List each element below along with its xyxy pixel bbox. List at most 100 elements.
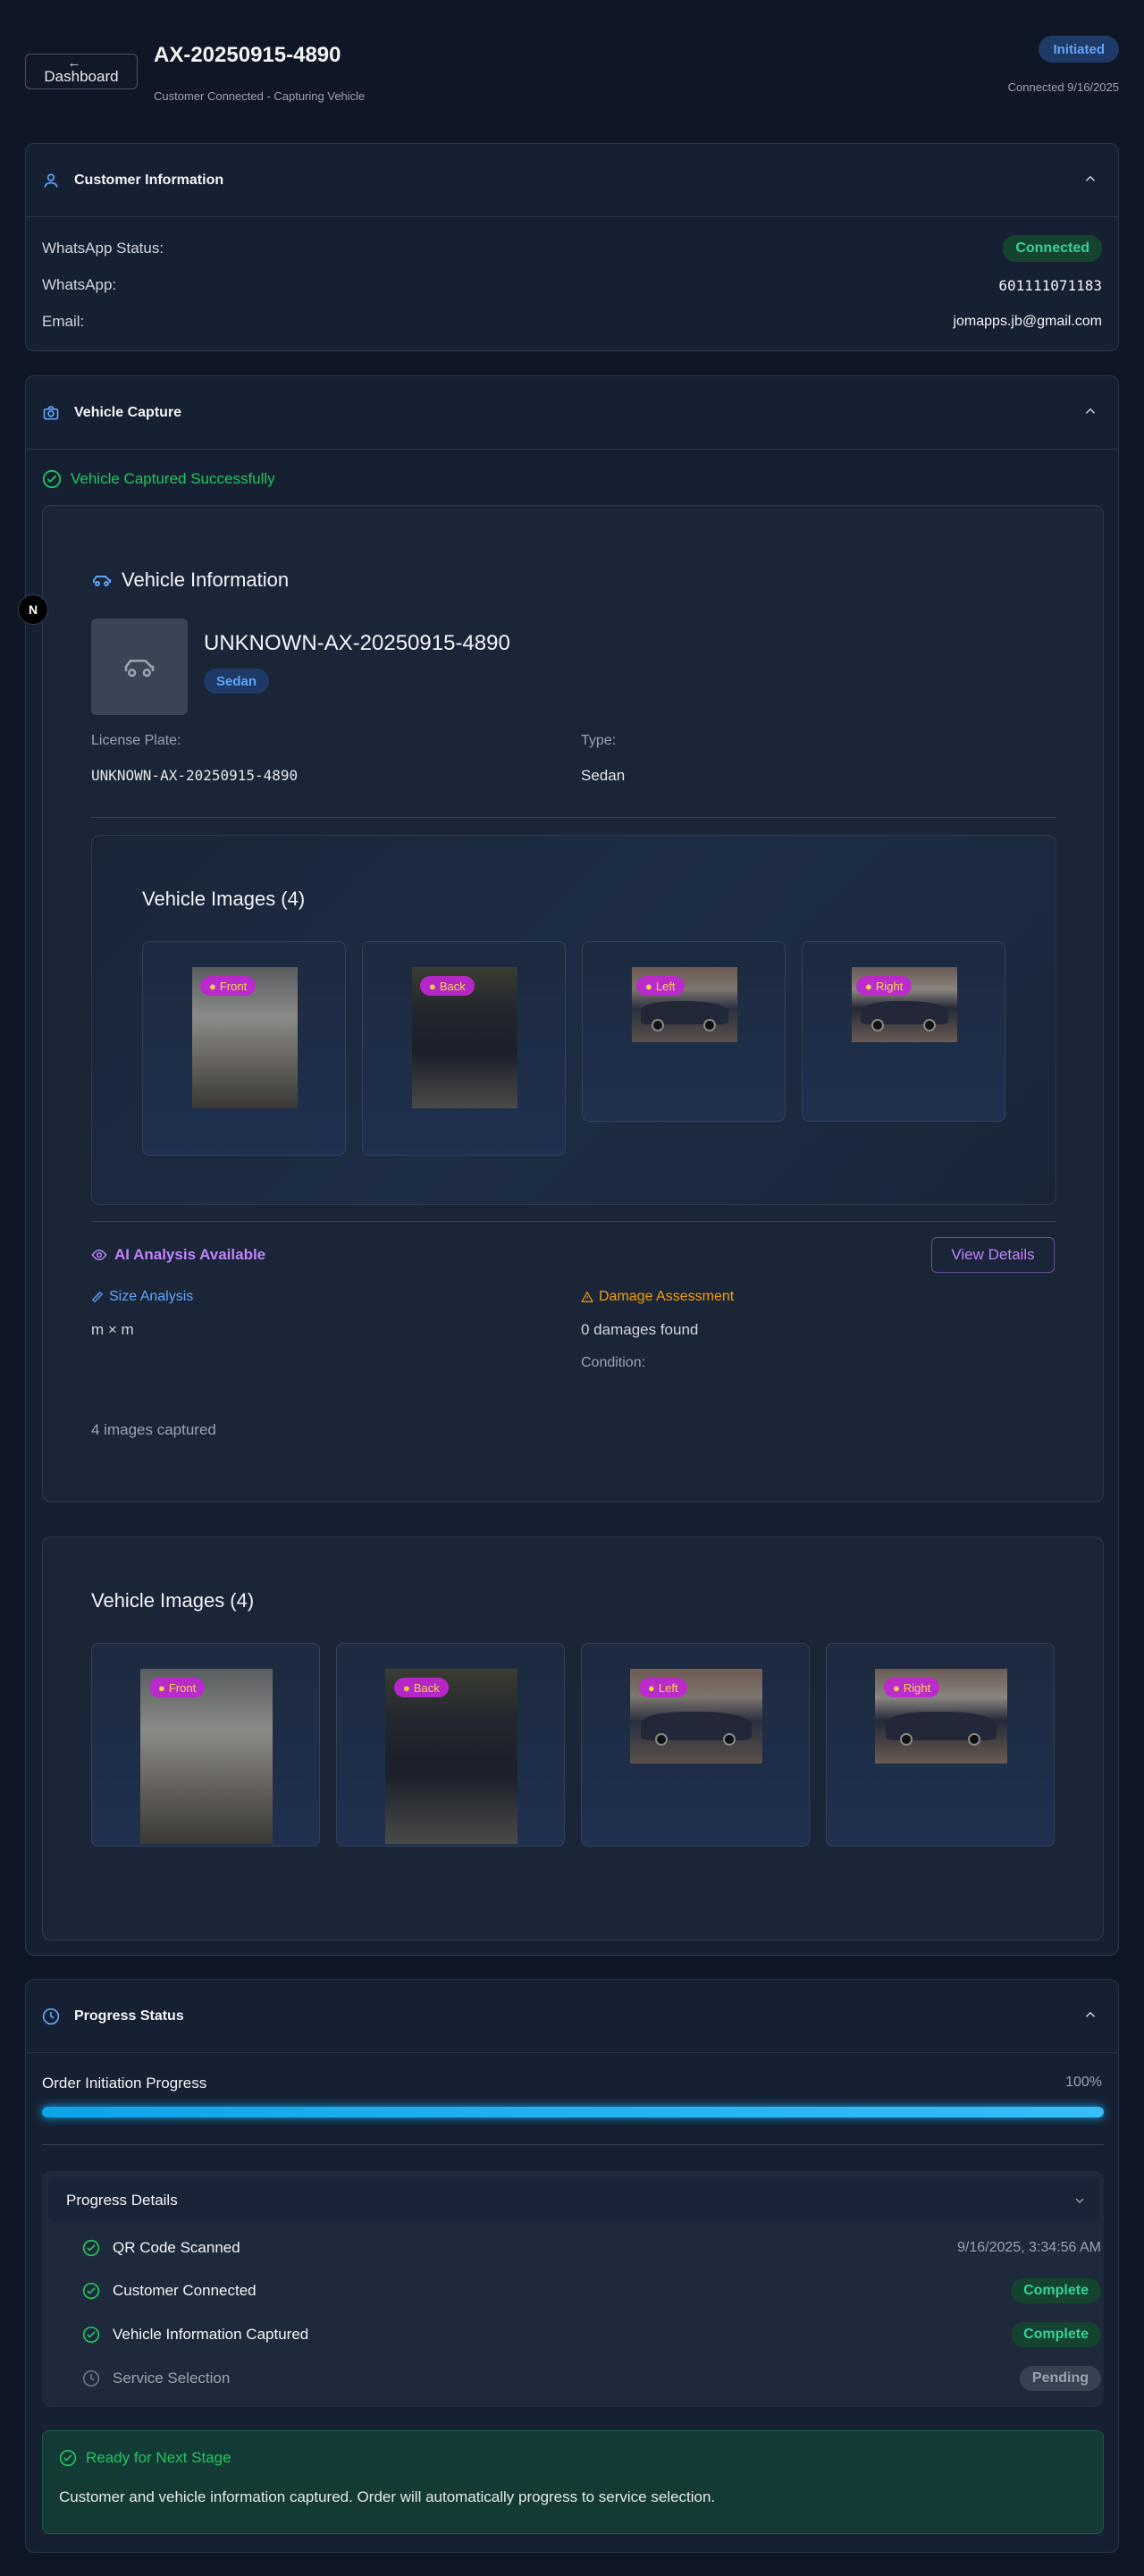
license-plate-label: License Plate: bbox=[91, 733, 181, 748]
gallery-image-tile-left[interactable]: ● Left bbox=[581, 1643, 810, 1847]
chevron-down-icon[interactable] bbox=[1072, 2193, 1087, 2208]
step-status-badge: Pending bbox=[1019, 2366, 1101, 2391]
whatsapp-status-badge: Connected bbox=[1003, 235, 1102, 262]
whatsapp-number-row: WhatsApp: 601111071183 bbox=[42, 272, 1102, 299]
size-analysis-heading: Size Analysis bbox=[91, 1289, 193, 1305]
capture-success-message: Vehicle Captured Successfully bbox=[42, 469, 275, 489]
email-row: Email: jomapps.jb@gmail.com bbox=[42, 308, 1102, 335]
chevron-up-icon[interactable] bbox=[1082, 2007, 1098, 2023]
step-label: Vehicle Information Captured bbox=[113, 2326, 309, 2343]
whatsapp-status-row: WhatsApp Status: Connected bbox=[42, 235, 1102, 262]
clock-icon bbox=[42, 2008, 60, 2025]
wheel bbox=[871, 1019, 884, 1031]
vehicle-image-tile-front[interactable]: ● Front bbox=[142, 941, 346, 1156]
eye-icon bbox=[91, 1249, 107, 1261]
customer-information-card: Customer Information WhatsApp Status: Co… bbox=[25, 143, 1119, 351]
customer-information-header[interactable]: Customer Information bbox=[26, 144, 1118, 217]
gallery-image-tile-back[interactable]: ● Back bbox=[336, 1643, 565, 1847]
condition-label: Condition: bbox=[581, 1355, 646, 1370]
email-label: Email: bbox=[42, 313, 85, 330]
vehicle-information-panel: Vehicle Information UNKNOWN-AX-20250915-… bbox=[42, 505, 1104, 1503]
tag-icon: ● bbox=[645, 979, 652, 993]
image-tag-right: ● Right bbox=[856, 976, 913, 996]
ready-heading: Ready for Next Stage bbox=[59, 2449, 231, 2467]
whatsapp-number: 601111071183 bbox=[998, 276, 1102, 294]
vehicle-capture-title: Vehicle Capture bbox=[74, 404, 182, 420]
check-circle-icon bbox=[82, 2282, 100, 2300]
progress-details-title: Progress Details bbox=[66, 2192, 178, 2209]
step-qr-code-scanned: QR Code Scanned 9/16/2025, 3:34:56 AM bbox=[82, 2235, 1101, 2261]
gallery-image-tile-front[interactable]: ● Front bbox=[91, 1643, 320, 1847]
connected-timestamp: Connected 9/16/2025 bbox=[1007, 80, 1119, 94]
chevron-up-icon[interactable] bbox=[1082, 171, 1098, 187]
image-tag-back: ● Back bbox=[420, 976, 475, 996]
step-timestamp: 9/16/2025, 3:34:56 AM bbox=[956, 2240, 1101, 2255]
damage-assessment-label: Damage Assessment bbox=[599, 1289, 735, 1304]
gallery-tag-right: ● Right bbox=[884, 1678, 940, 1697]
gallery-image-tile-right[interactable]: ● Right bbox=[826, 1643, 1055, 1847]
progress-bar-fill bbox=[42, 2107, 1104, 2117]
tag-icon: ● bbox=[865, 979, 872, 993]
order-subtitle: Customer Connected - Capturing Vehicle bbox=[154, 89, 366, 103]
progress-status-title: Progress Status bbox=[74, 2008, 184, 2024]
wheel bbox=[703, 1019, 716, 1031]
ready-description: Customer and vehicle information capture… bbox=[59, 2488, 716, 2505]
back-to-dashboard-button[interactable]: ← Dashboard bbox=[25, 54, 138, 89]
ai-analysis-label: AI Analysis Available bbox=[114, 1246, 266, 1263]
car-placeholder-icon bbox=[124, 660, 155, 678]
progress-status-header[interactable]: Progress Status bbox=[26, 1980, 1118, 2053]
car-icon bbox=[93, 576, 111, 586]
vehicle-information-heading: Vehicle Information bbox=[91, 568, 289, 592]
user-icon bbox=[44, 173, 58, 188]
step-customer-connected: Customer Connected Complete bbox=[82, 2277, 1101, 2304]
app-logo-icon[interactable]: N bbox=[18, 594, 48, 625]
damage-assessment-heading: Damage Assessment bbox=[581, 1289, 734, 1305]
email-value: jomapps.jb@gmail.com bbox=[953, 314, 1102, 329]
type-value: Sedan bbox=[581, 767, 626, 784]
gallery-tag-left: ● Left bbox=[639, 1678, 687, 1697]
progress-details-header[interactable]: Progress Details bbox=[48, 2177, 1099, 2222]
images-captured-count: 4 images captured bbox=[91, 1421, 216, 1438]
clock-icon bbox=[82, 2370, 100, 2387]
vehicle-images-title: Vehicle Images (4) bbox=[142, 888, 306, 910]
ruler-icon bbox=[91, 1291, 104, 1303]
vehicle-images-panel: Vehicle Images (4) ● Front ● Back ● Left… bbox=[91, 835, 1056, 1205]
vehicle-capture-card: Vehicle Capture Vehicle Captured Success… bbox=[25, 375, 1119, 1956]
check-circle-icon bbox=[59, 2449, 77, 2467]
tag-icon: ● bbox=[403, 1680, 410, 1695]
wheel bbox=[900, 1733, 913, 1746]
vehicle-image-tile-left[interactable]: ● Left bbox=[582, 941, 786, 1122]
check-circle-icon bbox=[42, 469, 62, 489]
page-header: ← Dashboard AX-20250915-4890 Customer Co… bbox=[25, 36, 1119, 116]
vehicle-id: UNKNOWN-AX-20250915-4890 bbox=[204, 631, 510, 655]
vehicle-information-title: Vehicle Information bbox=[122, 568, 290, 591]
step-status-badge: Complete bbox=[1011, 2278, 1101, 2303]
order-id-title: AX-20250915-4890 bbox=[154, 43, 341, 67]
tag-icon: ● bbox=[648, 1680, 655, 1695]
check-circle-icon bbox=[82, 2239, 100, 2257]
tag-icon: ● bbox=[209, 979, 216, 993]
vehicle-thumbnail bbox=[91, 619, 188, 715]
type-label: Type: bbox=[581, 733, 617, 748]
vehicle-image-tile-back[interactable]: ● Back bbox=[362, 941, 566, 1156]
step-status-badge: Complete bbox=[1011, 2322, 1101, 2347]
size-analysis-label: Size Analysis bbox=[109, 1289, 194, 1304]
vehicle-capture-header[interactable]: Vehicle Capture bbox=[26, 376, 1118, 450]
ai-analysis-heading: AI Analysis Available bbox=[91, 1246, 265, 1264]
warning-icon bbox=[581, 1291, 593, 1302]
vehicle-image-tile-right[interactable]: ● Right bbox=[802, 941, 1005, 1122]
view-details-button[interactable]: View Details bbox=[931, 1237, 1055, 1273]
tag-icon: ● bbox=[429, 979, 436, 993]
license-plate-value: UNKNOWN-AX-20250915-4890 bbox=[91, 767, 299, 784]
progress-bar bbox=[42, 2107, 1104, 2117]
ready-title: Ready for Next Stage bbox=[86, 2449, 231, 2466]
chevron-up-icon[interactable] bbox=[1082, 403, 1098, 419]
gallery-tag-back: ● Back bbox=[394, 1678, 449, 1697]
divider bbox=[42, 2144, 1104, 2145]
progress-status-card: Progress Status Order Initiation Progres… bbox=[25, 1979, 1119, 2553]
divider bbox=[91, 1221, 1056, 1222]
step-label: QR Code Scanned bbox=[113, 2239, 240, 2256]
step-label: Customer Connected bbox=[113, 2282, 257, 2299]
ready-next-stage-notice: Ready for Next Stage Customer and vehicl… bbox=[42, 2430, 1104, 2534]
wheel bbox=[968, 1733, 980, 1746]
